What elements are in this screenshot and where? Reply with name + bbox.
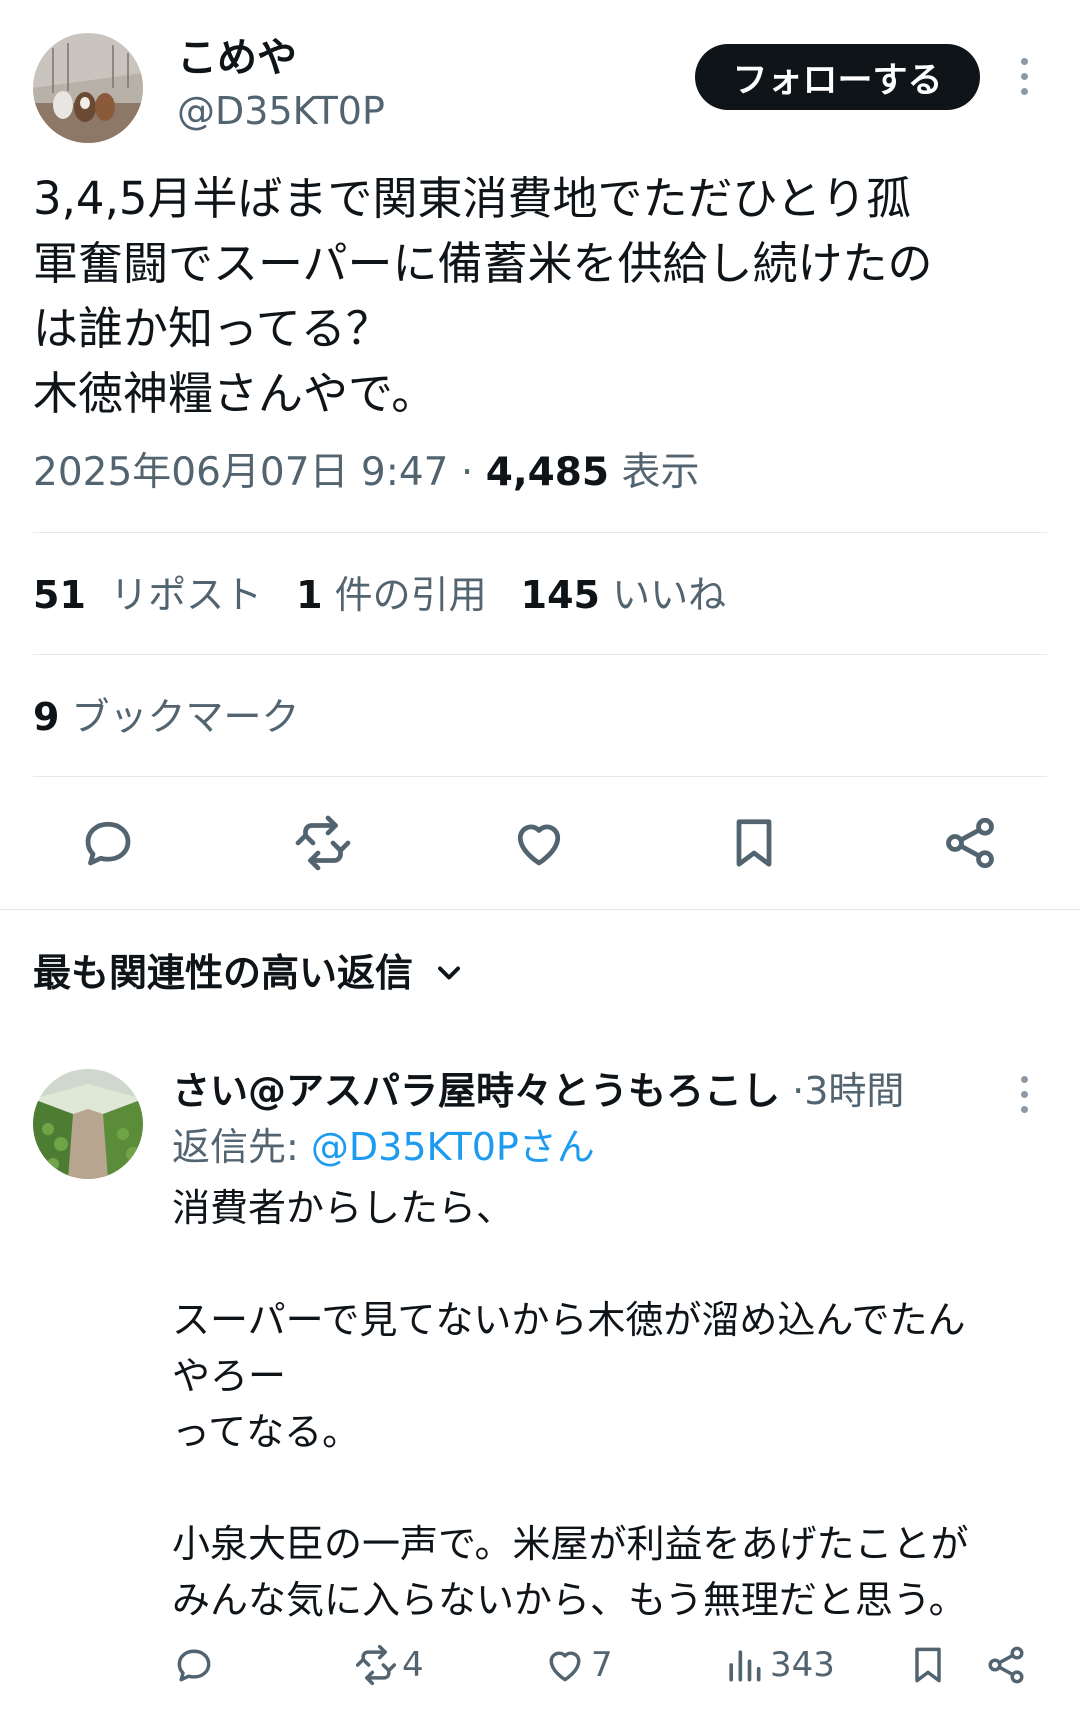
reply-separator: ·: [792, 1069, 805, 1113]
follow-button[interactable]: フォローする: [695, 44, 980, 110]
more-options-icon[interactable]: [1018, 58, 1030, 95]
bookmarks-label: ブックマーク: [71, 695, 300, 739]
tweet-datetime[interactable]: 2025年06月07日 9:47: [33, 450, 448, 495]
reposts-label: リポスト: [110, 573, 263, 617]
engagement-stats: 51 リポスト 1 件の引用 145 いいね: [33, 570, 726, 620]
reply-time[interactable]: 3時間: [804, 1069, 904, 1113]
reply-bookmark-button[interactable]: [906, 1640, 950, 1690]
reposts-stat[interactable]: 51 リポスト: [33, 573, 262, 617]
divider: [33, 532, 1047, 533]
reply-like-button[interactable]: 7: [543, 1640, 613, 1690]
share-icon[interactable]: [940, 813, 1000, 873]
likes-label: いいね: [612, 573, 727, 617]
reply-repost-count: 4: [402, 1645, 424, 1685]
views-icon: [729, 1650, 761, 1682]
bookmarks-count: 9: [33, 695, 60, 739]
reply-text: 消費者からしたら、 スーパーで見てないから木徳が溜め込んでたん やろー ってなる…: [172, 1186, 969, 1622]
repost-icon: [355, 1644, 397, 1686]
repost-icon[interactable]: [293, 813, 353, 873]
bookmark-icon[interactable]: [724, 813, 784, 873]
tweet-text: 3,4,5月半ばまで関東消費地でただひとり孤 軍奮闘でスーパーに備蓄米を供給し続…: [33, 172, 933, 420]
share-icon: [988, 1646, 1024, 1684]
author-handle[interactable]: @D35KT0P: [177, 88, 385, 134]
reply-share-button[interactable]: [984, 1640, 1028, 1690]
chevron-down-icon: [438, 966, 460, 980]
reply-author-avatar[interactable]: [33, 1069, 143, 1179]
reply-more-options-icon[interactable]: [1018, 1076, 1030, 1113]
replies-sort-label: 最も関連性の高い返信: [33, 951, 414, 995]
like-icon[interactable]: [509, 813, 569, 873]
like-icon: [549, 1651, 581, 1682]
reply-reply-button[interactable]: [172, 1640, 216, 1690]
quotes-stat[interactable]: 1 件の引用: [296, 573, 487, 617]
reply-icon: [177, 1649, 211, 1682]
quotes-count: 1: [296, 573, 323, 617]
reposts-count: 51: [33, 573, 86, 617]
reply-views-button[interactable]: 343: [722, 1640, 835, 1690]
reply-to-line: 返信先: @D35KT0Pさん: [172, 1122, 595, 1172]
replies-sort-dropdown[interactable]: 最も関連性の高い返信: [33, 948, 467, 998]
likes-count: 145: [520, 573, 600, 617]
divider: [33, 776, 1047, 777]
quotes-label: 件の引用: [334, 573, 487, 617]
divider: [33, 654, 1047, 655]
reply-like-count: 7: [591, 1645, 613, 1685]
reply-views-count: 343: [770, 1645, 835, 1685]
reply-header: さい@アスパラ屋時々とうもろこし ·3時間: [172, 1066, 904, 1116]
author-avatar[interactable]: [33, 33, 143, 143]
meta-separator: ·: [460, 450, 474, 495]
likes-stat[interactable]: 145 いいね: [521, 573, 726, 617]
reply-to-label: 返信先:: [172, 1125, 299, 1169]
section-divider: [0, 909, 1080, 910]
views-count: 4,485: [485, 450, 610, 495]
tweet-meta: 2025年06月07日 9:47 · 4,485 表示: [33, 448, 700, 498]
reply-author-name[interactable]: さい@アスパラ屋時々とうもろこし: [172, 1069, 780, 1113]
bookmarks-stat[interactable]: 9 ブックマーク: [33, 692, 300, 742]
bookmark-icon: [915, 1647, 941, 1683]
reply-repost-button[interactable]: 4: [354, 1640, 424, 1690]
reply-to-handle-link[interactable]: @D35KT0Pさん: [311, 1125, 595, 1169]
reply-icon[interactable]: [78, 813, 138, 873]
views-label: 表示: [621, 450, 700, 495]
author-name[interactable]: こめや: [177, 34, 297, 82]
